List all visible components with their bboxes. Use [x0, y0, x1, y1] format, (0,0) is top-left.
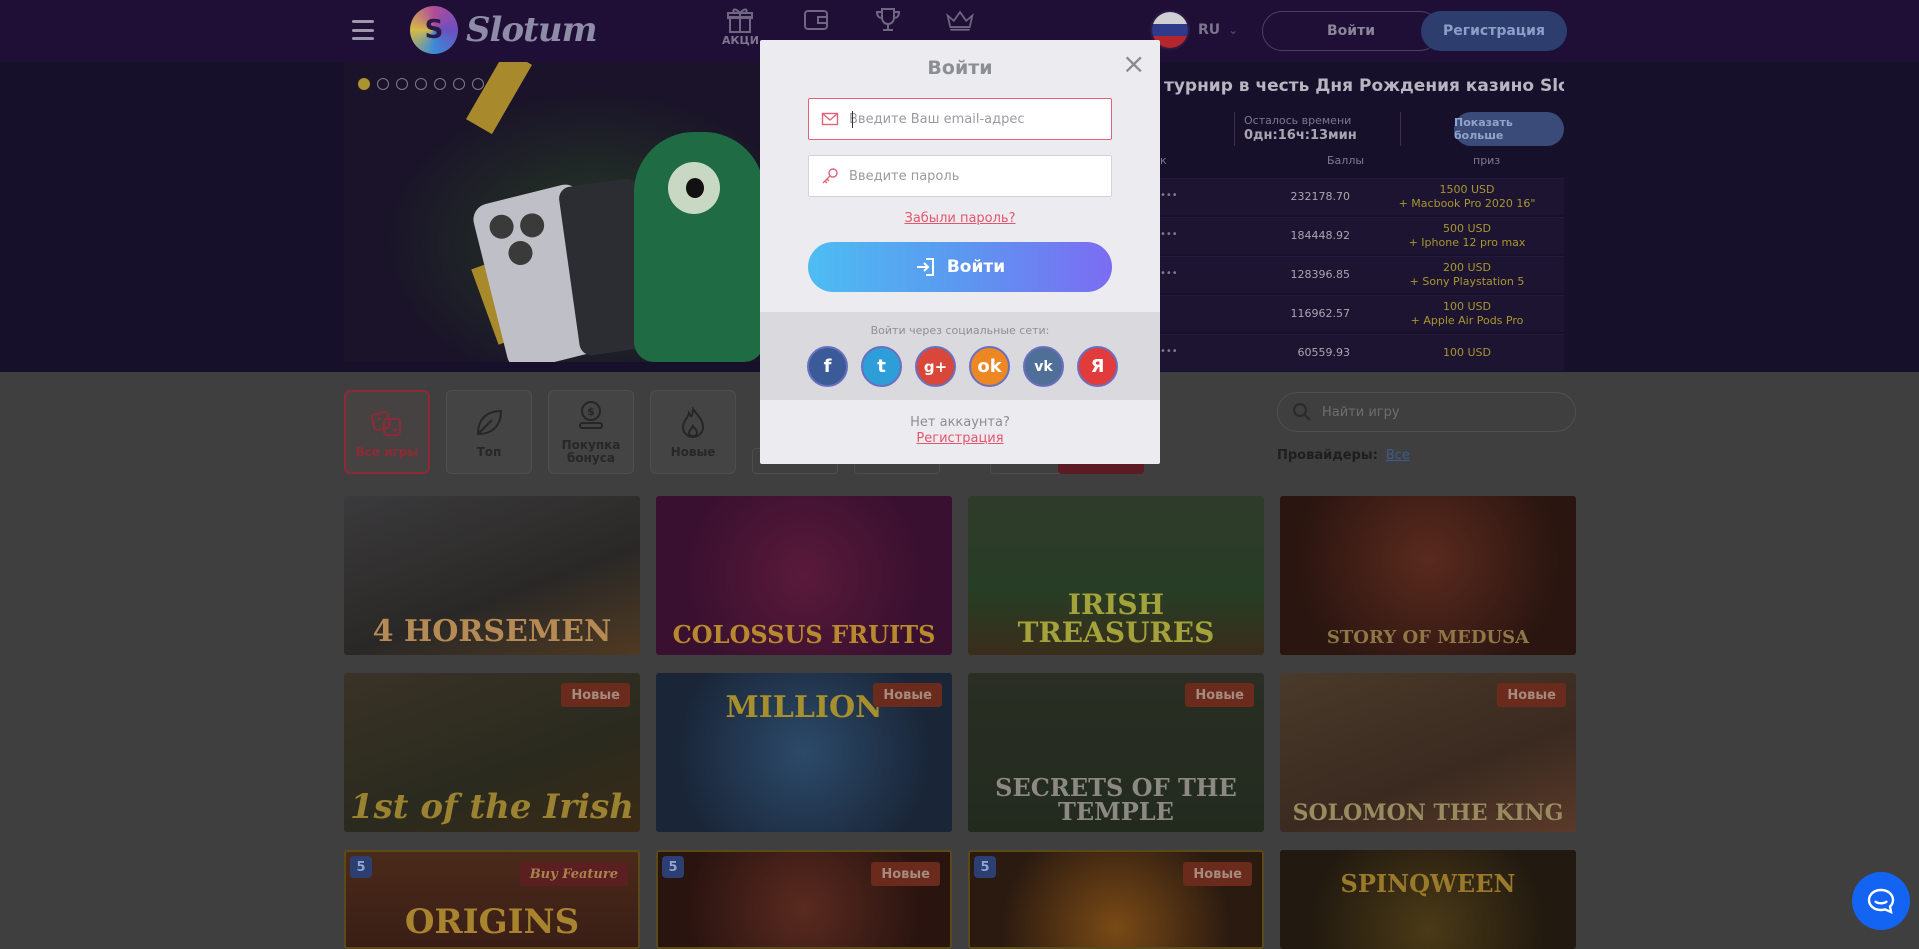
password-field[interactable]: [808, 155, 1112, 197]
envelope-icon: [821, 112, 839, 126]
modal-title: Войти: [927, 57, 993, 79]
password-input[interactable]: [849, 168, 1099, 184]
google-plus-icon[interactable]: g+: [915, 346, 956, 387]
vk-icon[interactable]: vk: [1023, 346, 1064, 387]
odnoklassniki-icon[interactable]: ok: [969, 346, 1010, 387]
login-button-label: Войти: [946, 257, 1006, 277]
text-caret: [852, 111, 853, 128]
login-modal: Войти × Забыли пароль? Войти Войти через…: [760, 40, 1160, 464]
twitter-icon[interactable]: t: [861, 346, 902, 387]
no-account-text: Нет аккаунта?: [910, 415, 1010, 430]
forgot-password-link[interactable]: Забыли пароль?: [760, 211, 1160, 226]
facebook-icon[interactable]: f: [807, 346, 848, 387]
email-field[interactable]: [808, 98, 1112, 140]
chat-bubble-icon: [1867, 888, 1895, 914]
social-login-section: Войти через социальные сети: f t g+ ok v…: [760, 312, 1160, 400]
register-link[interactable]: Регистрация: [760, 431, 1160, 446]
live-chat-button[interactable]: [1852, 872, 1910, 930]
social-buttons: f t g+ ok vk Я: [807, 346, 1118, 387]
sign-in-icon: [916, 258, 934, 276]
social-login-label: Войти через социальные сети:: [870, 324, 1050, 337]
yandex-icon[interactable]: Я: [1077, 346, 1118, 387]
key-icon: [822, 168, 838, 184]
close-icon[interactable]: ×: [1122, 50, 1145, 78]
login-button[interactable]: Войти: [808, 242, 1112, 292]
email-input[interactable]: [849, 111, 1099, 127]
